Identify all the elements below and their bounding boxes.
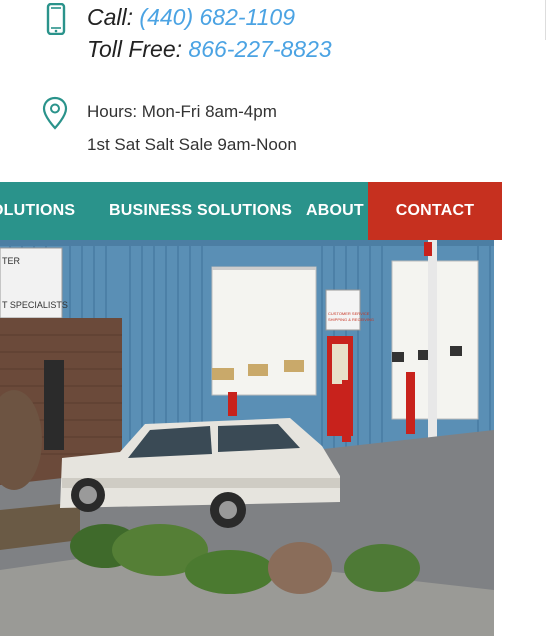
door-sign-text-1: CUSTOMER SERVICE [328, 311, 370, 316]
company-sign: TER T SPECIALISTS [0, 247, 68, 319]
call-line: Call: (440) 682-1109 [87, 4, 295, 31]
tollfree-label: Toll Free: [87, 36, 183, 62]
call-phone-link[interactable]: (440) 682-1109 [139, 4, 295, 30]
tollfree-line: Toll Free: 866-227-8823 [87, 36, 332, 63]
nav-item-residential-solutions[interactable]: OLUTIONS [0, 182, 75, 240]
nav-item-business-solutions[interactable]: BUSINESS SOLUTIONS [109, 182, 292, 240]
page-margin [494, 240, 549, 636]
map-pin-icon [42, 96, 68, 130]
door-sign-text-2: SHIPPING & RECEIVING [328, 317, 374, 322]
phone-icon [46, 3, 66, 35]
nav-item-about[interactable]: ABOUT [306, 182, 364, 240]
nav-item-contact[interactable]: CONTACT [368, 182, 502, 240]
tollfree-phone-link[interactable]: 866-227-8823 [188, 36, 331, 62]
hours-text: Hours: Mon-Fri 8am-4pm [87, 102, 277, 121]
main-nav: OLUTIONS BUSINESS SOLUTIONS ABOUT CONTAC… [0, 182, 502, 240]
call-label: Call: [87, 4, 134, 30]
sign-text-1: TER [2, 256, 21, 266]
sign-text-2: T SPECIALISTS [2, 300, 68, 310]
header-contact: Call: (440) 682-1109 Toll Free: 866-227-… [0, 0, 549, 182]
page-edge-divider [545, 0, 546, 40]
salt-sale-text: 1st Sat Salt Sale 9am-Noon [87, 135, 297, 154]
hero-image: TER T SPECIALISTS CUSTOMER SERVICE SHIPP… [0, 240, 494, 636]
